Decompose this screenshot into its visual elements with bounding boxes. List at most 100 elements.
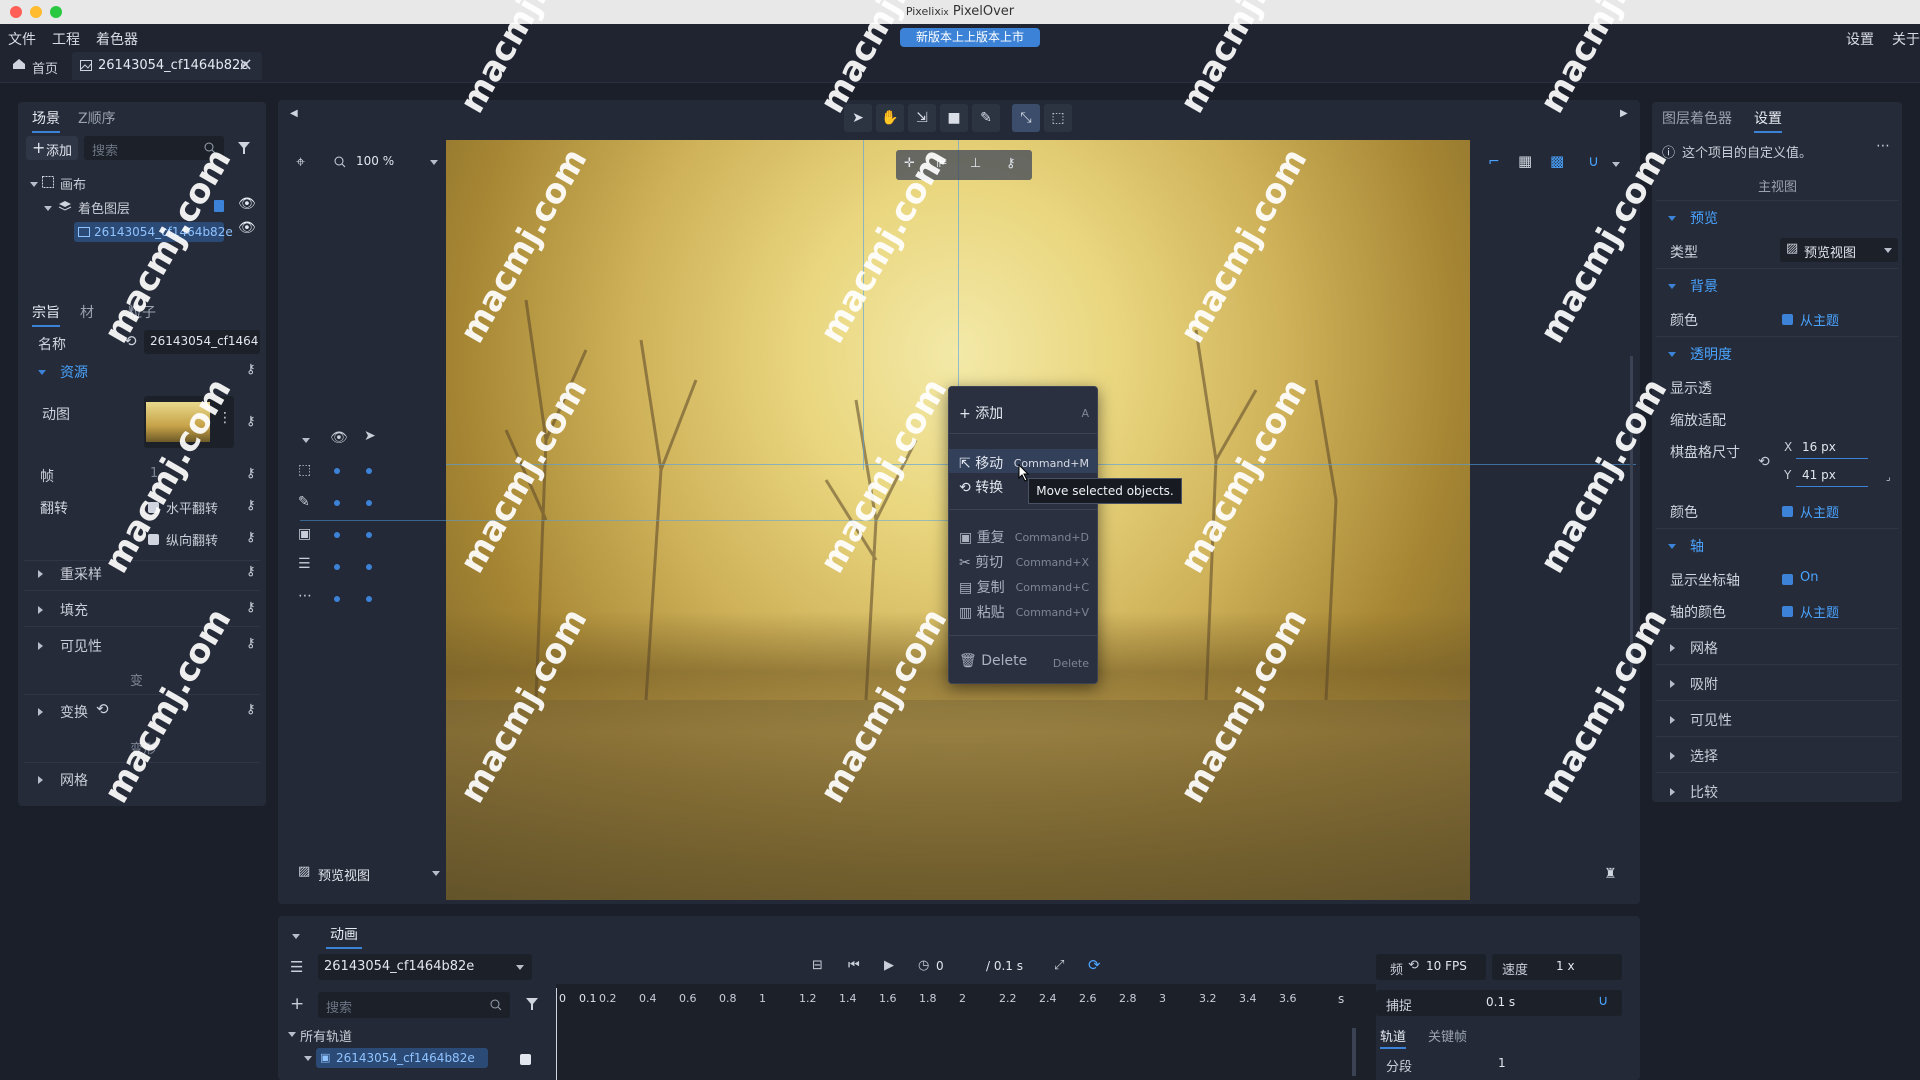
menu-icon[interactable]: ☰ — [290, 958, 303, 976]
tab-tracks[interactable]: 轨道 — [1380, 1026, 1407, 1049]
all-tracks-label[interactable]: 所有轨道 — [300, 1026, 352, 1045]
zoom-value[interactable]: 100 % — [356, 154, 394, 168]
menu-about[interactable]: 关于 — [1892, 29, 1920, 49]
expand-layer-icon[interactable] — [44, 206, 52, 211]
tab-keyframes[interactable]: 关键帧 — [1428, 1026, 1467, 1045]
playhead[interactable] — [556, 988, 557, 1080]
tab-settings[interactable]: 设置 — [1754, 108, 1782, 133]
skip-start-icon[interactable]: ⏮ — [848, 958, 860, 973]
theme-icon[interactable]: ♜ — [1604, 866, 1617, 882]
speed-control[interactable]: 速度 1 x — [1492, 954, 1622, 980]
track-enabled-checkbox[interactable] — [520, 1054, 531, 1065]
type-dropdown[interactable]: ▨ 预览视图 — [1780, 238, 1898, 262]
dot-indicator[interactable] — [334, 596, 340, 602]
collapse-right-icon[interactable]: ▶ — [1620, 108, 1628, 119]
cursor-icon[interactable]: ➤ — [364, 428, 376, 444]
visibility-eye-icon[interactable]: 👁 — [238, 196, 256, 212]
section-transform[interactable]: 变换 — [60, 702, 88, 722]
expand-select-icon[interactable] — [1670, 752, 1675, 760]
tab-home[interactable]: 首页 — [32, 58, 58, 77]
key-icon[interactable]: ⚷ — [246, 414, 256, 429]
tab-file[interactable]: 26143054_cf1464b82e × — [72, 52, 262, 80]
loop-icon[interactable]: ⟳ — [1088, 956, 1101, 974]
tab-scene[interactable]: 场景 — [32, 108, 60, 133]
dot-indicator[interactable] — [334, 468, 340, 474]
zoom-dropdown-icon[interactable] — [430, 160, 438, 165]
key-icon[interactable]: ⚷ — [246, 498, 256, 513]
menu-item-move[interactable]: ⇱ 移动 — [959, 453, 1003, 473]
key-icon[interactable]: ⚷ — [246, 636, 256, 651]
tree-canvas[interactable]: 画布 — [60, 174, 86, 193]
segment-value[interactable]: 1 — [1498, 1056, 1506, 1070]
expand-resample-icon[interactable] — [38, 570, 43, 578]
dot-indicator[interactable] — [334, 532, 340, 538]
brush-icon[interactable]: ✎ — [298, 494, 310, 510]
menu-file[interactable]: 文件 — [8, 29, 36, 49]
section-visibility[interactable]: 可见性 — [1690, 710, 1732, 730]
add-track-icon[interactable]: + — [290, 994, 304, 1014]
crop-tool-button[interactable]: ⬚ — [1044, 104, 1072, 132]
eye-icon[interactable]: 👁 — [330, 430, 348, 446]
target-icon[interactable]: ⌖ — [296, 152, 305, 172]
key-icon[interactable]: ⚷ — [246, 702, 256, 717]
section-snap[interactable]: 吸附 — [1690, 674, 1718, 694]
section-select[interactable]: 选择 — [1690, 746, 1718, 766]
align-bottom-icon[interactable]: ⊥ — [970, 156, 981, 171]
preview-view-dropdown[interactable]: ▨ 预览视图 — [290, 860, 446, 886]
collapse-background-icon[interactable] — [1668, 284, 1676, 289]
expand-snap-icon[interactable] — [1670, 680, 1675, 688]
dot-indicator[interactable] — [366, 564, 372, 570]
track-search-input[interactable]: 搜索 — [318, 992, 510, 1018]
collapse-left-icon[interactable]: ◀ — [290, 108, 298, 119]
key-icon[interactable]: ⚷ — [246, 530, 256, 545]
filter-icon[interactable] — [526, 998, 538, 1010]
expand-transform-icon[interactable] — [38, 708, 43, 716]
menu-item-repeat[interactable]: ▣ 重复 — [959, 527, 1005, 547]
checker-icon[interactable]: ▩ — [1550, 152, 1564, 170]
checker-y-input[interactable]: 41 px — [1796, 464, 1868, 487]
play-icon[interactable]: ▶ — [884, 958, 894, 973]
pan-tool-button[interactable]: ✋ — [876, 104, 904, 132]
selection-icon[interactable]: ⬚ — [298, 462, 311, 478]
tab-purpose[interactable]: 宗旨 — [32, 302, 60, 327]
collapse-transparency-icon[interactable] — [1668, 352, 1676, 357]
name-field[interactable]: 26143054_cf1464 — [144, 330, 260, 354]
section-grid[interactable]: 网格 — [60, 770, 88, 790]
show-axis-checkbox[interactable] — [1782, 574, 1793, 585]
dot-indicator[interactable] — [366, 500, 372, 506]
tab-animation[interactable]: 动画 — [326, 924, 362, 949]
expand-grid-icon[interactable] — [1670, 644, 1675, 652]
section-axis[interactable]: 轴 — [1690, 536, 1704, 556]
key-icon[interactable]: ⚷ — [246, 466, 256, 481]
link-icon[interactable]: ⌟ — [1886, 472, 1891, 483]
section-compare[interactable]: 比较 — [1690, 782, 1718, 802]
collapse-icon[interactable] — [302, 438, 310, 443]
menu-item-transform[interactable]: ⟲ 转换 — [959, 477, 1003, 497]
dot-indicator[interactable] — [366, 468, 372, 474]
menu-item-add[interactable]: + 添加 — [959, 403, 1003, 423]
collapse-tracks-icon[interactable] — [288, 1032, 296, 1037]
expand-compare-icon[interactable] — [1670, 788, 1675, 796]
filter-icon[interactable] — [238, 142, 250, 154]
ping-pong-icon[interactable]: ⤢ — [1054, 958, 1064, 973]
duration[interactable]: / 0.1 s — [986, 959, 1023, 973]
expand-fill-icon[interactable] — [38, 606, 43, 614]
reset-icon[interactable]: ⟲ — [1758, 454, 1770, 470]
more-icon[interactable]: ⋯ — [298, 588, 312, 604]
transform-tool-button[interactable]: ⤡ — [1012, 104, 1040, 132]
section-transparency[interactable]: 透明度 — [1690, 344, 1732, 364]
section-resample[interactable]: 重采样 — [60, 564, 102, 584]
track-item[interactable]: ▣ 26143054_cf1464b82e — [316, 1048, 488, 1068]
checker-from-theme-checkbox[interactable] — [1782, 506, 1793, 517]
expand-grid-icon[interactable] — [38, 776, 43, 784]
move-tool-button[interactable]: ⇲ — [908, 104, 936, 132]
axis-icon[interactable]: ⌐ — [1488, 154, 1500, 170]
close-tab-icon[interactable]: × — [238, 54, 253, 75]
menu-item-delete[interactable]: 🗑 Delete — [959, 653, 1027, 669]
tab-material[interactable]: 材 — [80, 302, 94, 322]
current-time[interactable]: 0 — [936, 959, 944, 973]
section-background[interactable]: 背景 — [1690, 276, 1718, 296]
tree-shader-layer[interactable]: 着色图层 — [78, 198, 130, 217]
add-button[interactable]: + 添加 — [26, 136, 78, 160]
menu-item-paste[interactable]: ▥ 粘贴 — [959, 602, 1005, 622]
